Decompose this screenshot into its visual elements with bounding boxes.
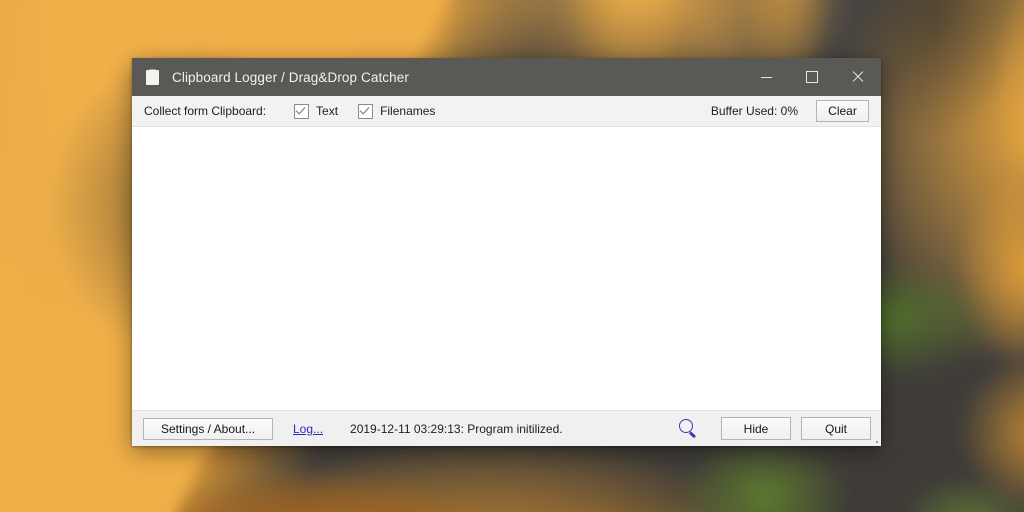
maximize-button[interactable] <box>789 58 835 96</box>
window-title: Clipboard Logger / Drag&Drop Catcher <box>172 69 409 85</box>
resize-grip[interactable] <box>876 441 879 444</box>
checkbox-filenames-box[interactable] <box>358 103 374 119</box>
clipboard-icon <box>145 68 161 86</box>
application-window: Clipboard Logger / Drag&Drop Catcher Col… <box>132 58 881 446</box>
window-controls <box>743 58 881 96</box>
checkbox-text-label: Text <box>316 104 339 118</box>
maximize-icon <box>806 71 818 83</box>
options-toolbar: Collect form Clipboard: Text Filenames B… <box>132 96 881 127</box>
magnifier-icon[interactable] <box>679 418 699 439</box>
status-bar: Settings / About... Log... 2019-12-11 03… <box>132 410 881 446</box>
checkbox-filenames[interactable]: Filenames <box>358 103 436 119</box>
clear-button[interactable]: Clear <box>816 100 869 122</box>
close-button[interactable] <box>835 58 881 96</box>
checkbox-text[interactable]: Text <box>294 103 339 119</box>
log-link[interactable]: Log... <box>293 422 323 436</box>
buffer-used-status: Buffer Used: 0% <box>710 104 798 118</box>
settings-about-button[interactable]: Settings / About... <box>143 417 273 440</box>
minimize-icon <box>760 76 772 78</box>
quit-button[interactable]: Quit <box>801 417 871 440</box>
status-message: 2019-12-11 03:29:13: Program initilized. <box>350 421 563 436</box>
desktop-background: Clipboard Logger / Drag&Drop Catcher Col… <box>0 0 1024 512</box>
clipboard-log-area[interactable] <box>132 127 881 410</box>
minimize-button[interactable] <box>743 58 789 96</box>
hide-button[interactable]: Hide <box>721 417 791 440</box>
collect-from-clipboard-label: Collect form Clipboard: <box>144 104 267 118</box>
checkbox-text-box[interactable] <box>294 103 310 119</box>
title-bar[interactable]: Clipboard Logger / Drag&Drop Catcher <box>132 58 881 96</box>
close-icon <box>852 71 864 83</box>
checkbox-filenames-label: Filenames <box>380 104 436 118</box>
